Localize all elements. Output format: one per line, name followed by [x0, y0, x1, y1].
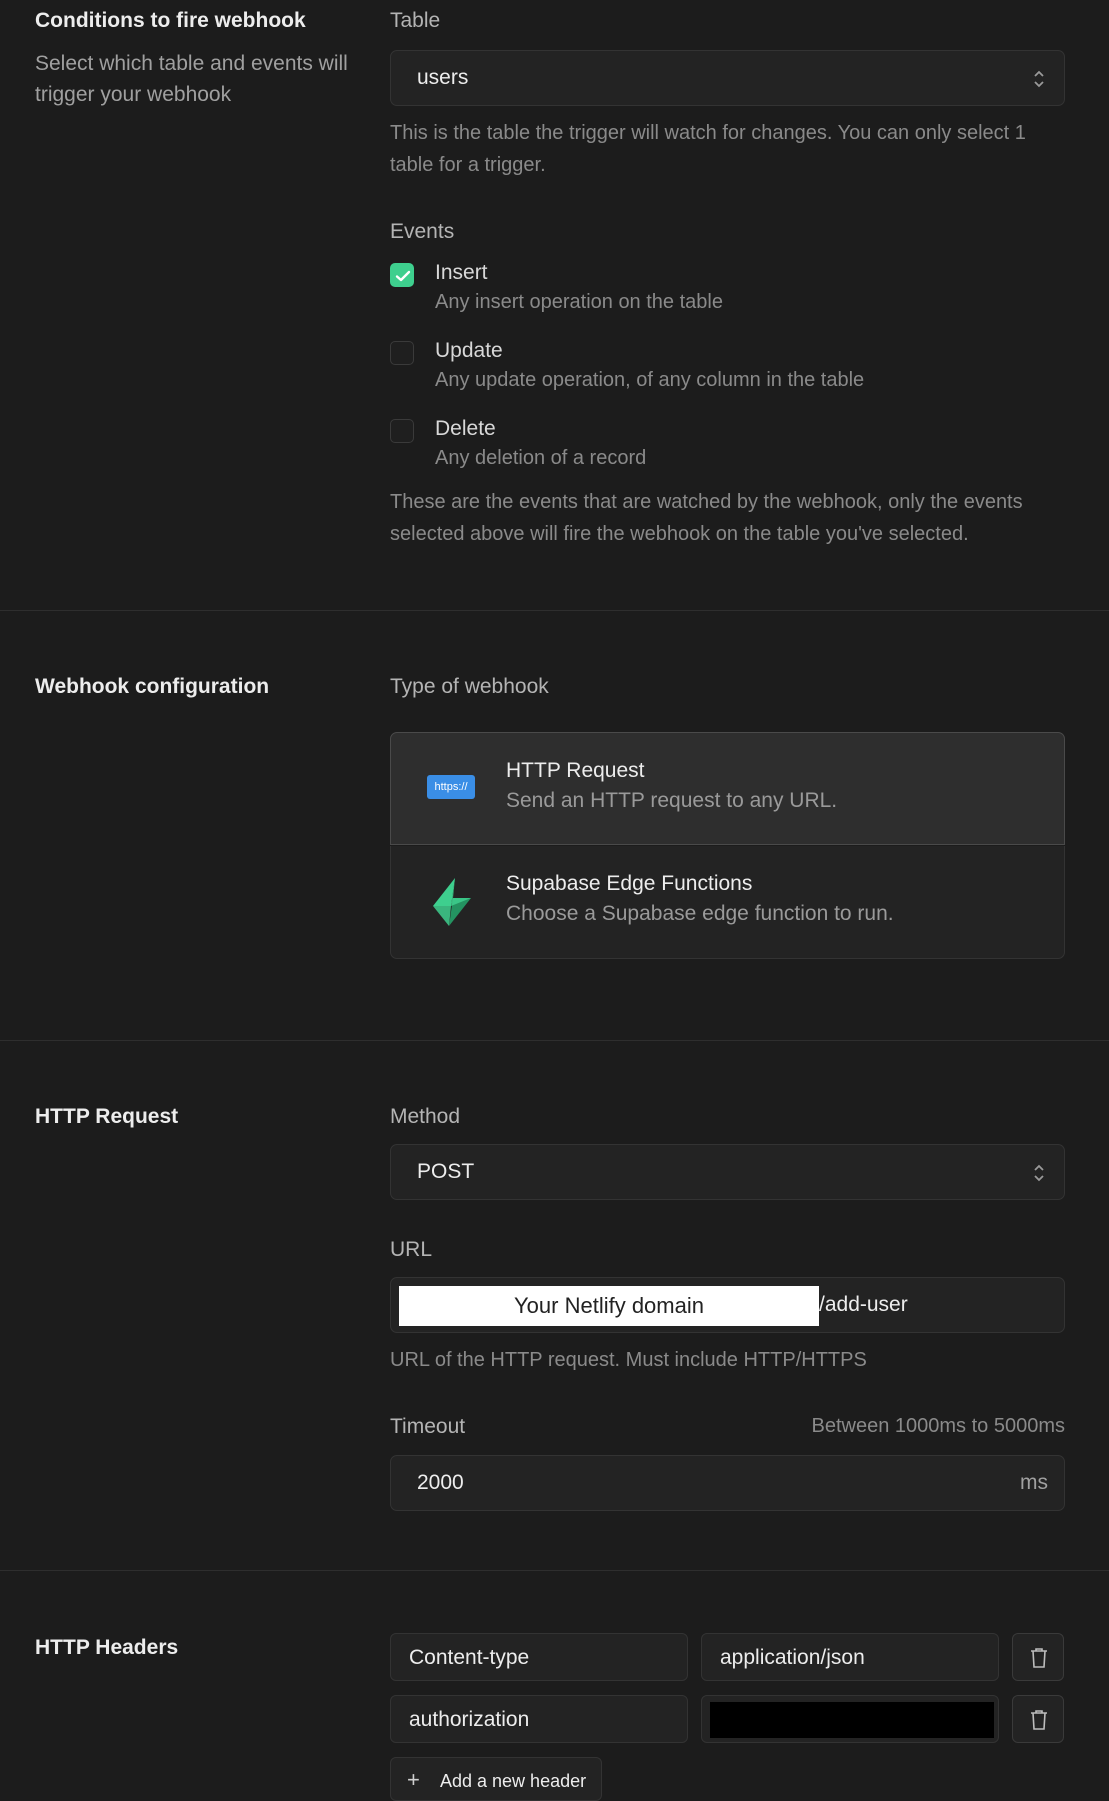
webhook-type-label: Type of webhook	[390, 675, 549, 698]
conditions-title: Conditions to fire webhook	[35, 9, 306, 32]
header-value-value: application/json	[720, 1646, 865, 1669]
header-value-input[interactable]: application/json	[701, 1633, 999, 1681]
url-redaction-text: Your Netlify domain	[514, 1293, 704, 1318]
trash-icon	[1031, 1710, 1047, 1730]
event-description: Any update operation, of any column in t…	[435, 369, 865, 391]
event-description: Any insert operation on the table	[435, 291, 723, 313]
http-request-title: HTTP Request	[35, 1105, 179, 1128]
trash-icon	[1031, 1648, 1047, 1668]
check-icon	[395, 270, 411, 282]
type-title: Supabase Edge Functions	[506, 872, 753, 895]
update-checkbox[interactable]	[390, 341, 414, 365]
method-label: Method	[390, 1105, 461, 1128]
supabase-bolt-icon	[433, 878, 471, 926]
event-title: Delete	[435, 417, 496, 440]
header-name-value: authorization	[409, 1708, 530, 1731]
event-description: Any deletion of a record	[435, 447, 647, 469]
timeout-range-hint: Between 1000ms to 5000ms	[811, 1415, 1066, 1437]
section-divider	[0, 610, 1109, 611]
url-label: URL	[390, 1238, 433, 1261]
url-input[interactable]: Your Netlify domain /add-user	[390, 1277, 1065, 1333]
delete-header-button[interactable]	[1012, 1633, 1064, 1681]
chevron-up-down-icon	[1034, 70, 1044, 88]
event-title: Insert	[435, 261, 488, 284]
chevron-up-down-icon	[1034, 1164, 1044, 1182]
table-select[interactable]: users	[390, 50, 1065, 106]
table-select-value: users	[417, 66, 469, 89]
section-divider	[0, 1040, 1109, 1041]
url-redaction: Your Netlify domain	[399, 1286, 819, 1326]
webhook-form: Conditions to fire webhook Select which …	[0, 0, 1109, 1801]
method-select[interactable]: POST	[390, 1144, 1065, 1200]
type-description: Send an HTTP request to any URL.	[506, 789, 838, 812]
type-description: Choose a Supabase edge function to run.	[506, 902, 894, 925]
url-suffix: /add-user	[819, 1293, 908, 1316]
timeout-unit: ms	[1020, 1471, 1048, 1494]
delete-checkbox[interactable]	[390, 419, 414, 443]
add-header-button[interactable]: + Add a new header	[390, 1757, 602, 1801]
events-label: Events	[390, 220, 455, 243]
http-headers-title: HTTP Headers	[35, 1636, 179, 1659]
header-name-input[interactable]: Content-type	[390, 1633, 688, 1681]
header-value-redaction	[710, 1702, 994, 1738]
table-label: Table	[390, 9, 441, 32]
timeout-value: 2000	[417, 1471, 464, 1494]
events-help: These are the events that are watched by…	[390, 491, 1023, 545]
timeout-input[interactable]: 2000 ms	[390, 1455, 1065, 1511]
webhook-config-title: Webhook configuration	[35, 675, 270, 698]
section-divider	[0, 1570, 1109, 1571]
add-header-label: Add a new header	[440, 1771, 587, 1791]
header-name-value: Content-type	[409, 1646, 530, 1669]
webhook-type-http-request[interactable]: https:// HTTP Request Send an HTTP reque…	[390, 732, 1065, 845]
header-name-input[interactable]: authorization	[390, 1695, 688, 1743]
event-title: Update	[435, 339, 503, 362]
webhook-type-edge-functions[interactable]: Supabase Edge Functions Choose a Supabas…	[390, 846, 1065, 959]
table-help: This is the table the trigger will watch…	[390, 122, 1026, 176]
https-badge-icon: https://	[427, 775, 475, 799]
type-title: HTTP Request	[506, 759, 645, 782]
insert-checkbox[interactable]	[390, 263, 414, 287]
delete-header-button[interactable]	[1012, 1695, 1064, 1743]
method-select-value: POST	[417, 1160, 475, 1183]
url-help: URL of the HTTP request. Must include HT…	[390, 1349, 867, 1371]
plus-icon: +	[407, 1767, 420, 1792]
header-value-input[interactable]	[701, 1695, 999, 1743]
conditions-description: Select which table and events will trigg…	[35, 52, 348, 106]
timeout-label: Timeout	[390, 1415, 466, 1438]
